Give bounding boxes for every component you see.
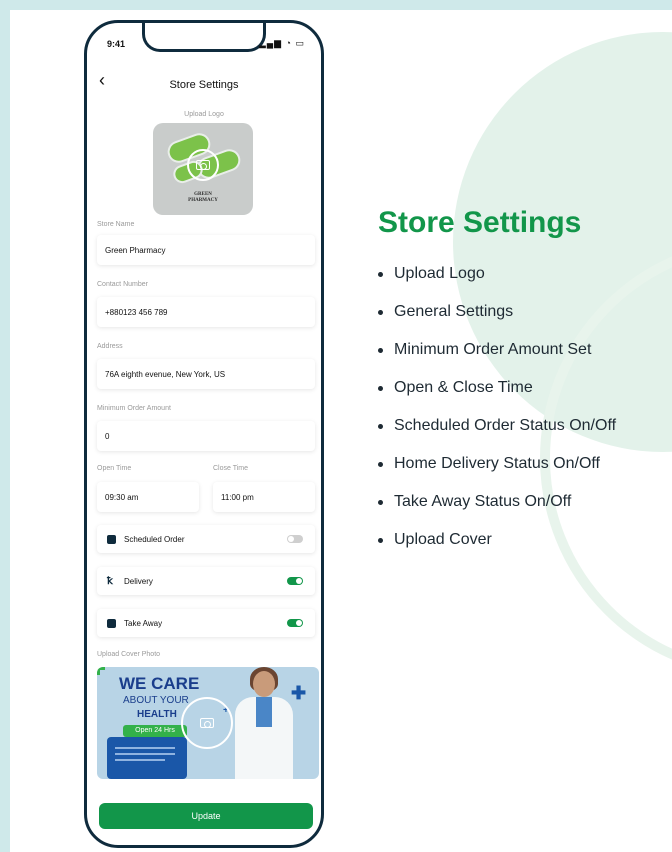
- take-away-toggle[interactable]: [287, 619, 303, 627]
- canvas: 9:41 ▂▄▆ ◔ ▭ ‹ Store Settings Upload Log…: [10, 10, 672, 852]
- feature-item: Upload Logo: [378, 264, 616, 302]
- store-name-field[interactable]: Green Pharmacy: [97, 235, 315, 265]
- feature-item: Scheduled Order Status On/Off: [378, 416, 616, 454]
- logo-upload-box[interactable]: GREEN PHARMACY: [153, 123, 253, 215]
- scheduled-order-toggle[interactable]: [287, 535, 303, 543]
- delivery-row: ꝁ Delivery: [97, 567, 315, 595]
- cover-text-line: [115, 759, 165, 761]
- camera-icon[interactable]: [181, 697, 233, 749]
- close-time-field[interactable]: 11:00 pm: [213, 482, 315, 512]
- phone-frame: 9:41 ▂▄▆ ◔ ▭ ‹ Store Settings Upload Log…: [84, 20, 324, 848]
- cover-subheadline: ABOUT YOUR: [123, 695, 189, 706]
- feature-title: Store Settings: [378, 206, 582, 239]
- feature-item: Minimum Order Amount Set: [378, 340, 616, 378]
- cover-text-line: [115, 753, 175, 755]
- cover-headline: WE CARE: [119, 674, 200, 693]
- feature-item: Open & Close Time: [378, 378, 616, 416]
- status-time: 9:41: [107, 39, 126, 49]
- page-title: Store Settings: [169, 79, 239, 91]
- minimum-order-field[interactable]: 0: [97, 421, 315, 451]
- address-field[interactable]: 76A eighth evenue, New York, US: [97, 359, 315, 389]
- delivery-person-icon: ꝁ: [107, 575, 113, 587]
- open-time-label: Open Time: [97, 465, 132, 472]
- store-name-label: Store Name: [97, 221, 135, 228]
- calendar-icon: [107, 534, 116, 544]
- upload-cover-label: Upload Cover Photo: [97, 651, 161, 658]
- update-button[interactable]: Update: [99, 803, 313, 829]
- take-away-row: Take Away: [97, 609, 315, 637]
- doctor-illustration: [229, 667, 299, 779]
- medical-cross-icon: ✚: [291, 683, 307, 703]
- status-icons: ▂▄▆ ◔ ▭: [258, 38, 305, 48]
- upload-logo-label: Upload Logo: [184, 111, 224, 118]
- feature-item: Home Delivery Status On/Off: [378, 454, 616, 492]
- minimum-order-label: Minimum Order Amount: [97, 405, 171, 412]
- feature-item: General Settings: [378, 302, 616, 340]
- cover-text-line: [115, 747, 175, 749]
- cover-info-card: [107, 737, 187, 779]
- take-away-label: Take Away: [124, 618, 163, 628]
- bag-icon: [107, 618, 116, 628]
- cover-health-text: HEALTH: [137, 709, 177, 720]
- address-label: Address: [97, 343, 123, 350]
- contact-number-label: Contact Number: [97, 281, 148, 288]
- logo-brand-text: GREEN PHARMACY: [188, 192, 218, 203]
- feature-list: Upload Logo General Settings Minimum Ord…: [378, 264, 616, 568]
- cover-upload-box[interactable]: WE CARE ABOUT YOUR HEALTH Open 24 Hrs ✚ …: [97, 667, 319, 779]
- cover-corner-accent: [97, 667, 105, 675]
- feature-item: Upload Cover: [378, 530, 616, 568]
- delivery-label: Delivery: [124, 576, 153, 586]
- camera-icon[interactable]: [187, 149, 219, 181]
- contact-number-field[interactable]: +880123 456 789: [97, 297, 315, 327]
- cover-badge: Open 24 Hrs: [123, 725, 187, 737]
- open-time-field[interactable]: 09:30 am: [97, 482, 199, 512]
- close-time-label: Close Time: [213, 465, 249, 472]
- scheduled-order-label: Scheduled Order: [124, 534, 185, 544]
- delivery-toggle[interactable]: [287, 577, 303, 585]
- phone-notch: [142, 23, 266, 52]
- scheduled-order-row: Scheduled Order: [97, 525, 315, 553]
- feature-item: Take Away Status On/Off: [378, 492, 616, 530]
